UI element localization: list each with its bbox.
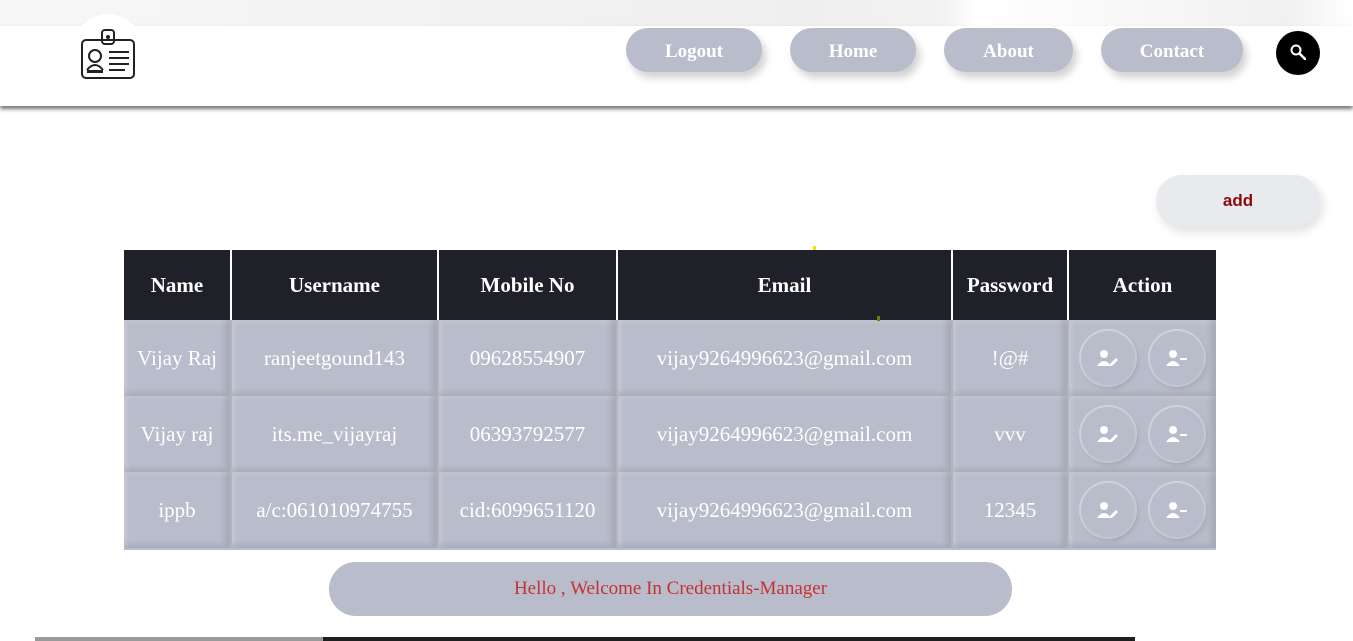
- credentials-table: Name Username Mobile No Email Password A…: [124, 250, 1216, 550]
- user-minus-icon: [1166, 426, 1188, 442]
- bottom-divider-accent: [35, 637, 323, 641]
- table-row: ippb a/c:061010974755 cid:6099651120 vij…: [124, 472, 1216, 548]
- cell-actions: [1067, 472, 1216, 548]
- cell-email: vijay9264996623@gmail.com: [616, 396, 952, 472]
- logout-button[interactable]: Logout: [626, 28, 762, 72]
- cell-password: !@#: [951, 320, 1068, 396]
- cell-username: its.me_vijayraj: [230, 396, 438, 472]
- add-button[interactable]: add: [1156, 175, 1320, 227]
- decor-dot: [877, 316, 880, 321]
- table-row: Vijay Raj ranjeetgound143 09628554907 vi…: [124, 320, 1216, 396]
- site-header: Logout Home About Contact: [0, 14, 1353, 106]
- cell-name: ippb: [124, 472, 231, 548]
- edit-button[interactable]: [1080, 331, 1135, 385]
- contact-button[interactable]: Contact: [1101, 28, 1243, 72]
- cell-email: vijay9264996623@gmail.com: [616, 472, 952, 548]
- edit-button[interactable]: [1080, 407, 1135, 461]
- header-action: Action: [1067, 250, 1216, 320]
- about-button[interactable]: About: [944, 28, 1073, 72]
- user-minus-icon: [1166, 502, 1188, 518]
- delete-button[interactable]: [1150, 331, 1205, 385]
- search-button[interactable]: [1276, 31, 1320, 75]
- cell-password: 12345: [951, 472, 1068, 548]
- id-badge-icon[interactable]: [80, 28, 136, 80]
- cell-email: vijay9264996623@gmail.com: [616, 320, 952, 396]
- delete-button[interactable]: [1150, 407, 1205, 461]
- welcome-banner: Hello , Welcome In Credentials-Manager: [329, 562, 1012, 616]
- user-edit-icon: [1096, 502, 1118, 518]
- user-minus-icon: [1166, 350, 1188, 366]
- cell-username: a/c:061010974755: [230, 472, 438, 548]
- top-decor-strip: [0, 0, 1353, 26]
- cell-username: ranjeetgound143: [230, 320, 438, 396]
- cell-name: Vijay Raj: [124, 320, 231, 396]
- user-edit-icon: [1096, 350, 1118, 366]
- edit-button[interactable]: [1080, 483, 1135, 537]
- cell-password: vvv: [951, 396, 1068, 472]
- header-username: Username: [230, 250, 438, 320]
- delete-button[interactable]: [1150, 483, 1205, 537]
- header-email: Email: [616, 250, 952, 320]
- table-row: Vijay raj its.me_vijayraj 06393792577 vi…: [124, 396, 1216, 472]
- search-icon: [1290, 44, 1306, 60]
- cell-mobile: 09628554907: [437, 320, 617, 396]
- cell-mobile: 06393792577: [437, 396, 617, 472]
- user-edit-icon: [1096, 426, 1118, 442]
- cell-name: Vijay raj: [124, 396, 231, 472]
- cell-mobile: cid:6099651120: [437, 472, 617, 548]
- cell-actions: [1067, 396, 1216, 472]
- cell-actions: [1067, 320, 1216, 396]
- header-mobile: Mobile No: [437, 250, 617, 320]
- table-header-row: Name Username Mobile No Email Password A…: [124, 250, 1216, 320]
- home-button[interactable]: Home: [790, 28, 916, 72]
- header-password: Password: [951, 250, 1068, 320]
- header-name: Name: [124, 250, 231, 320]
